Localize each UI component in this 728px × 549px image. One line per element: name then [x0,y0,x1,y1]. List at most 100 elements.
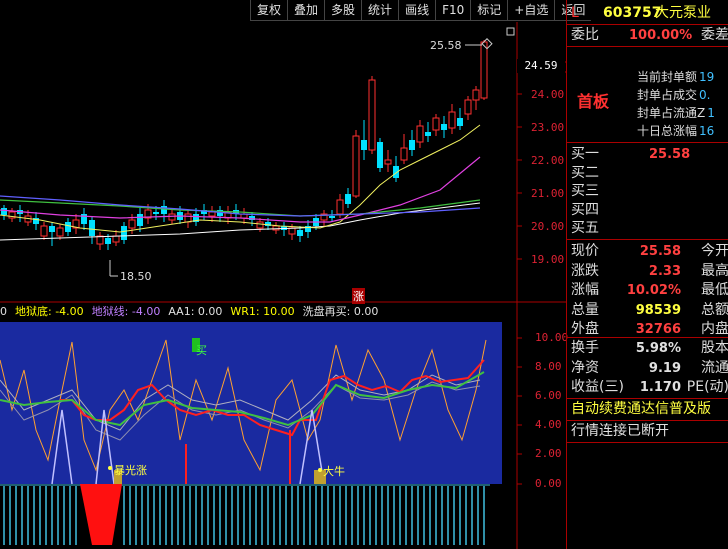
price-tick: 20.00 [531,220,565,233]
buy-label: 买 [196,344,207,357]
candle-body [49,226,55,232]
red-funnel [80,484,122,545]
price-tick: 21.00 [531,187,565,200]
board-item-value: 19 [699,70,715,84]
weibi-label: 委比 [571,27,599,43]
stat-label: 换手 [571,340,599,356]
stat-label: 净资 [571,359,599,376]
indicator-legend: 0 地狱底: -4.00 地狱线: -4.00 AA1: 0.00 WR1: 10.00… [0,303,386,319]
candle-body [400,147,408,161]
candle-body [288,227,296,235]
legend-item: WR1: 10.00 [230,305,295,318]
candle-body [336,199,344,215]
board-item-label: 当前封单额 [637,70,698,84]
legend-item: 洗盘再买: 0.00 [302,305,379,318]
candle-body [105,238,111,244]
candle-body [409,140,415,150]
stat-label: 收益(三) [571,379,624,395]
quote-badge: L [571,5,579,21]
stat-label: 涨幅 [571,282,599,298]
candle-body [432,117,440,131]
stat-value: 10.02% [626,283,681,298]
stock-code: 603757 [603,5,662,21]
legend-item: 0 [0,305,7,318]
board-item-value: 1 [707,106,715,120]
candle-body [464,99,472,115]
stat-value: 9.19 [648,360,681,376]
candle-body [416,125,424,143]
stat-value: 1.170 [639,380,681,395]
bull-label: 大牛 [323,465,345,478]
candle-body [153,212,159,214]
stat-label2: 流通 [701,359,728,376]
board-item-value: 0. [699,88,711,102]
candle-body [168,213,176,221]
candle-body [368,79,376,151]
book-label: 买二 [571,164,599,181]
candle-body [208,211,216,217]
notice-disconnected: 行情连接已断开 [571,423,669,439]
price-tick: 23.00 [531,121,565,134]
legend-item: 地狱线: -4.00 [91,305,161,318]
stat-label2: 今开 [701,243,728,259]
candle-body [56,227,64,237]
candle-body [352,135,360,197]
candle-body [441,124,447,130]
candle-body [184,213,192,223]
candle-body [121,226,127,240]
candle-body [256,221,264,229]
candle-body [361,140,367,150]
price-tick: 24.00 [531,88,565,101]
candle-body [40,225,48,237]
candle-body [377,142,383,168]
legend-item: 地狱底: -4.00 [15,305,84,318]
chart-area [0,22,566,549]
candle-body [457,118,463,126]
notice-autorenew[interactable]: 自动续费通达信普及版 [571,400,728,419]
candle-body [137,214,143,226]
candle-body [425,132,431,136]
stock-name: 大元泵业 [655,5,711,21]
low-label: 18.50 [120,270,152,283]
ind-tick: 10.00 [535,331,569,344]
candle-body [384,159,392,165]
candle-body [112,235,120,243]
board-label: 首板 [577,92,610,111]
stat-label2: PE(动) [686,379,728,395]
price-tick: 22.00 [531,154,565,167]
candle-body [480,41,488,99]
book-value: 25.58 [649,147,691,162]
board-item-value: 16 [699,124,715,138]
stat-value: 5.98% [635,341,681,356]
board-item-label: 十日总涨幅 [637,124,698,138]
legend-item: AA1: 0.00 [168,305,223,318]
stat-value: 25.58 [639,244,681,259]
stat-value: 98539 [635,302,681,318]
candle-body [65,222,71,232]
candle-body [272,225,280,231]
stat-label: 涨跌 [571,262,599,279]
current-price-tag: 24.59 [517,59,565,73]
price-tick: 19.00 [531,253,565,266]
stat-label: 总量 [571,301,599,318]
quote-panel: L 603757 大元泵业 委比 100.00% 委差 首板 当前封单额 19 封单… [566,0,728,549]
candle-body [1,208,7,215]
zhang-mark: 涨 [352,288,365,304]
book-label: 买四 [571,201,599,218]
ind-tick: 8.00 [535,360,562,373]
book-label: 买五 [571,220,599,236]
candle-body [472,89,480,101]
candle-body [345,194,351,204]
stat-label: 现价 [571,243,599,259]
ind-tick: 0.00 [535,477,562,490]
board-item-label: 封单占成交 [637,88,698,102]
book-label: 买一 [571,146,599,162]
ind-tick: 6.00 [535,389,562,402]
ma-blue [0,195,481,217]
stat-value: 2.33 [648,263,681,279]
board-item-label: 封单占流通Z [637,106,706,120]
candle-body [128,219,136,229]
candle-body [448,111,456,129]
ind-tick: 4.00 [535,418,562,431]
candle-body [329,216,335,218]
